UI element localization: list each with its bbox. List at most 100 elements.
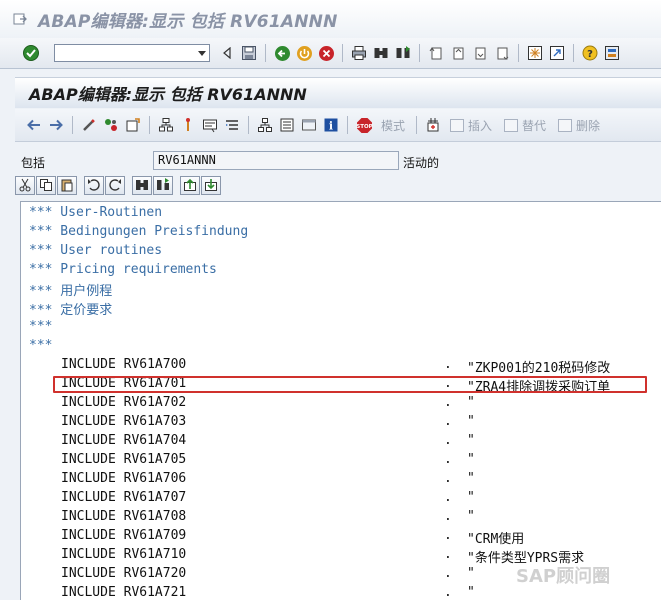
- screen-header: ABAP编辑器:显示 包括 RV61ANNN: [15, 77, 661, 108]
- statement-period: .: [444, 585, 452, 600]
- pretty-printer-icon[interactable]: [223, 116, 241, 134]
- code-line: INCLUDE RV61A706. ": [21, 471, 661, 490]
- redo-icon[interactable]: [105, 175, 125, 195]
- next-page-icon[interactable]: [471, 44, 489, 62]
- paste-icon[interactable]: [57, 175, 77, 195]
- toolbar-separator: [149, 116, 150, 134]
- replace-label: 替代: [522, 118, 547, 133]
- delete-label: 删除: [576, 118, 601, 133]
- code-line: INCLUDE RV61A705. ": [21, 452, 661, 471]
- statement-period: .: [444, 528, 452, 543]
- display-change-icon[interactable]: [80, 116, 98, 134]
- insert-marker-icon[interactable]: [179, 116, 197, 134]
- include-statement: INCLUDE RV61A704: [61, 433, 187, 448]
- replace-button[interactable]: 替代: [504, 117, 546, 134]
- code-line: *** User-Routinen: [21, 205, 661, 224]
- download-icon[interactable]: [201, 175, 221, 195]
- copy-icon[interactable]: [36, 175, 56, 195]
- info-icon[interactable]: i: [322, 116, 340, 134]
- toolbar-separator: [573, 44, 574, 62]
- include-statement: INCLUDE RV61A703: [61, 414, 187, 429]
- line-comment: ": [467, 395, 475, 410]
- include-name-field[interactable]: RV61ANNN: [153, 151, 399, 170]
- back-arrow-icon[interactable]: [25, 116, 43, 134]
- save-icon[interactable]: [240, 44, 258, 62]
- code-line: INCLUDE RV61A704. ": [21, 433, 661, 452]
- statement-period: .: [444, 414, 452, 429]
- check-object-icon[interactable]: [124, 116, 142, 134]
- include-field-row: 包括 RV61ANNN 活动的: [15, 150, 661, 172]
- first-page-icon[interactable]: [427, 44, 445, 62]
- undo-icon[interactable]: [84, 175, 104, 195]
- statement-period: .: [444, 490, 452, 505]
- insert-button[interactable]: 插入: [450, 117, 492, 134]
- statement-period: .: [444, 547, 452, 562]
- cut-icon[interactable]: [15, 175, 35, 195]
- command-field[interactable]: [54, 44, 210, 62]
- include-statement: INCLUDE RV61A708: [61, 509, 187, 524]
- delete-button[interactable]: 删除: [558, 117, 600, 134]
- activate-icon[interactable]: [102, 116, 120, 134]
- chevron-down-icon[interactable]: [198, 51, 206, 56]
- statement-period: .: [444, 509, 452, 524]
- print-icon[interactable]: [350, 44, 368, 62]
- block-icon[interactable]: [424, 116, 442, 134]
- code-line: *** Bedingungen Preisfindung: [21, 224, 661, 243]
- help-icon[interactable]: ?: [581, 44, 599, 62]
- where-used-icon[interactable]: [157, 116, 175, 134]
- enter-check-icon[interactable]: [22, 44, 40, 62]
- statement-period: .: [444, 433, 452, 448]
- statement-period: .: [444, 395, 452, 410]
- line-comment: ": [467, 452, 475, 467]
- editor-find-icon[interactable]: [132, 175, 152, 195]
- line-comment: ": [467, 490, 475, 505]
- pattern-icon[interactable]: [201, 116, 219, 134]
- create-session-icon[interactable]: [526, 44, 544, 62]
- shortcut-icon[interactable]: [548, 44, 566, 62]
- find-next-icon[interactable]: [394, 44, 412, 62]
- mode-button[interactable]: 模式: [381, 117, 405, 134]
- editor-find-next-icon[interactable]: [153, 175, 173, 195]
- customize-layout-icon[interactable]: [603, 44, 621, 62]
- forward-arrow-icon[interactable]: [47, 116, 65, 134]
- code-line: *** Pricing requirements: [21, 262, 661, 281]
- line-comment: ": [467, 414, 475, 429]
- sap-window: ABAP编辑器:显示 包括 RV61ANNN ? ABAP编辑器:显示 包括 R…: [0, 0, 661, 600]
- cancel-icon[interactable]: [317, 44, 335, 62]
- upload-icon[interactable]: [180, 175, 200, 195]
- watermark: SAP顾问圈: [516, 566, 611, 587]
- toolbar-separator: [518, 44, 519, 62]
- back-icon[interactable]: [273, 44, 291, 62]
- comment-text: *** User-Routinen: [29, 205, 163, 220]
- fullscreen-icon[interactable]: [300, 116, 318, 134]
- include-statement: INCLUDE RV61A721: [61, 585, 187, 600]
- include-statement: INCLUDE RV61A709: [61, 528, 187, 543]
- line-comment: ": [467, 566, 475, 581]
- code-line: INCLUDE RV61A708. ": [21, 509, 661, 528]
- statement-period: .: [444, 471, 452, 486]
- system-menu-icon[interactable]: [12, 11, 28, 27]
- find-icon[interactable]: [372, 44, 390, 62]
- code-line: ***: [21, 319, 661, 338]
- toolbar-separator: [248, 116, 249, 134]
- code-line: *** User routines: [21, 243, 661, 262]
- toolbar-separator: [72, 116, 73, 134]
- include-statement: INCLUDE RV61A720: [61, 566, 187, 581]
- statement-period: .: [444, 452, 452, 467]
- svg-text:?: ?: [587, 49, 593, 60]
- toolbar-separator: [416, 116, 418, 134]
- exit-icon[interactable]: [295, 44, 313, 62]
- last-page-icon[interactable]: [493, 44, 511, 62]
- hierarchy-icon[interactable]: [256, 116, 274, 134]
- collapse-triangle-icon[interactable]: [218, 44, 236, 62]
- include-statement: INCLUDE RV61A700: [61, 357, 187, 372]
- include-label: 包括: [21, 156, 46, 170]
- object-list-icon[interactable]: [278, 116, 296, 134]
- previous-page-icon[interactable]: [449, 44, 467, 62]
- line-comment: "CRM使用: [467, 532, 525, 547]
- stop-icon[interactable]: STOP: [355, 116, 373, 134]
- abap-code-editor[interactable]: *** User-Routinen *** Bedingungen Preisf…: [20, 201, 661, 600]
- object-status: 活动的: [403, 156, 440, 170]
- comment-text: *** Pricing requirements: [29, 262, 217, 277]
- title-bar: ABAP编辑器:显示 包括 RV61ANNN: [0, 0, 661, 38]
